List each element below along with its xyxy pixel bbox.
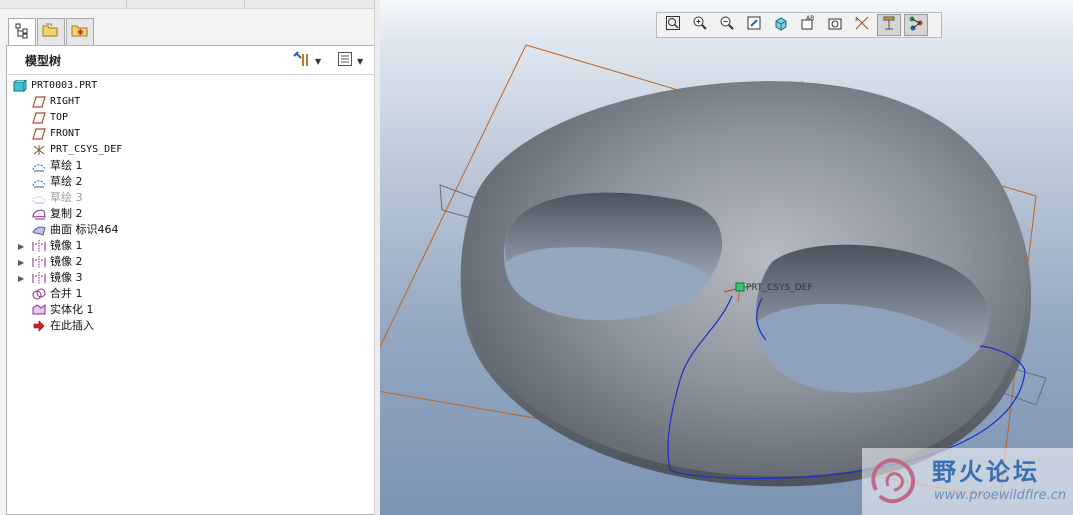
view-toolbar: AB x [656, 12, 942, 38]
watermark-url: www.proewildfire.cn [934, 488, 1067, 503]
favorites-icon: ✱ [71, 22, 89, 42]
folder-icon [42, 22, 60, 42]
surface-icon [31, 223, 47, 237]
model-tree-title: 模型树 [25, 54, 62, 68]
tree-node[interactable]: RIGHT [31, 94, 80, 110]
model-scene[interactable]: PRT_CSYS_DEF [380, 0, 1073, 515]
tree-node-label: TOP [50, 112, 69, 123]
datum-plane-icon [31, 127, 47, 141]
tree-node[interactable]: TOP [31, 110, 68, 126]
chevron-down-icon: ▼ [315, 56, 322, 66]
tree-settings-icon [293, 51, 311, 71]
tree-node-label: RIGHT [50, 96, 81, 107]
refit-icon [665, 15, 681, 35]
top-strip [0, 0, 380, 9]
expand-arrow-icon[interactable]: ▶ [18, 241, 26, 251]
tree-node-label: 曲面 标识464 [50, 223, 119, 236]
tree-node-label: 复制 2 [50, 207, 83, 220]
wildfire-logo-icon [866, 450, 930, 514]
csys-label: PRT_CSYS_DEF [746, 283, 813, 293]
tree-node[interactable]: PRT0003.PRT [12, 78, 97, 94]
mirror-icon [31, 255, 47, 269]
expand-arrow-icon[interactable]: ▶ [18, 273, 26, 283]
tree-node[interactable]: 在此插入 [31, 318, 94, 334]
saved-views-button[interactable]: AB [796, 14, 820, 36]
tree-node[interactable]: FRONT [31, 126, 80, 142]
tree-node-label: 镜像 3 [50, 271, 83, 284]
show-columns-button[interactable]: ▼ [337, 52, 363, 70]
watermark: 野火论坛 www.proewildfire.cn [862, 448, 1073, 515]
tree-node-label: 实体化 1 [50, 303, 94, 316]
tree-node[interactable]: 复制 2 [31, 206, 83, 222]
zoom-out-icon [719, 15, 735, 35]
model-tree-header: 模型树 ▼ ▼ [7, 46, 374, 75]
tree-node-label: 镜像 2 [50, 255, 83, 268]
favorites-tab[interactable]: ✱ [66, 18, 94, 45]
tree-node[interactable]: 草绘 3 [31, 190, 83, 206]
view-manager-icon [827, 15, 843, 35]
tree-node[interactable]: PRT_CSYS_DEF [31, 142, 122, 158]
graphics-viewport[interactable]: PRT_CSYS_DEF AB x 野火论坛 www.proewildfire.c… [380, 0, 1073, 515]
csys-icon [31, 143, 47, 157]
datum-plane-icon [31, 111, 47, 125]
sketch-icon [31, 191, 47, 205]
solidify-icon [31, 303, 47, 317]
repaint-icon [746, 15, 762, 35]
saved-views-icon: AB [800, 15, 816, 35]
refit-button[interactable] [661, 14, 685, 36]
annotation-display-icon [881, 15, 897, 35]
model-tree-icon [14, 23, 30, 43]
tree-node[interactable]: 实体化 1 [31, 302, 94, 318]
left-panel: ✱ 模型树 ▼ ▼ PRT0003.PRT RIGHT TOP FRONT PRT_CS… [0, 0, 380, 515]
tree-node-label: 镜像 1 [50, 239, 83, 252]
svg-text:✱: ✱ [77, 28, 84, 37]
insert-here-arrow-icon [31, 319, 47, 333]
folder-browser-tab[interactable] [37, 18, 65, 45]
tree-node-label: 在此插入 [50, 319, 94, 332]
model-tree-panel: 模型树 ▼ ▼ PRT0003.PRT RIGHT TOP FRONT PRT_CSYS… [6, 45, 375, 515]
datum-display-button[interactable]: x [850, 14, 874, 36]
repaint-button[interactable] [742, 14, 766, 36]
merge-icon [31, 287, 47, 301]
zoom-out-button[interactable] [715, 14, 739, 36]
tree-node-label: 草绘 1 [50, 159, 83, 172]
zoom-in-icon [692, 15, 708, 35]
tree-node[interactable]: 草绘 1 [31, 158, 83, 174]
expand-arrow-icon[interactable]: ▶ [18, 257, 26, 267]
tree-node[interactable]: 镜像 3 [31, 270, 83, 286]
datum-display-icon: x [854, 15, 870, 35]
shaded-cube-icon [773, 15, 789, 35]
tree-node[interactable]: 镜像 2 [31, 254, 83, 270]
svg-text:x: x [855, 17, 858, 23]
copy-icon [31, 207, 47, 221]
tree-node[interactable]: 合并 1 [31, 286, 83, 302]
spin-center-icon [908, 15, 924, 35]
tree-node[interactable]: 镜像 1 [31, 238, 83, 254]
tree-node-label: PRT_CSYS_DEF [50, 144, 123, 155]
datum-plane-icon [31, 95, 47, 109]
view-manager-button[interactable] [823, 14, 847, 36]
tree-node-label: PRT0003.PRT [31, 80, 98, 91]
zoom-in-button[interactable] [688, 14, 712, 36]
chevron-down-icon: ▼ [357, 56, 364, 66]
show-columns-icon [337, 51, 353, 71]
annotation-display-button[interactable] [877, 14, 901, 36]
mirror-icon [31, 271, 47, 285]
svg-text:AB: AB [806, 15, 814, 22]
sketch-icon [31, 175, 47, 189]
tree-node-label: FRONT [50, 128, 81, 139]
tree-node[interactable]: 草绘 2 [31, 174, 83, 190]
model-tree-tab[interactable] [8, 18, 36, 47]
part-icon [12, 79, 28, 93]
watermark-title: 野火论坛 [932, 458, 1040, 486]
tree-node-label: 草绘 2 [50, 175, 83, 188]
display-style-button[interactable] [769, 14, 793, 36]
tree-node-label: 草绘 3 [50, 191, 83, 204]
spin-center-button[interactable] [904, 14, 928, 36]
tree-node-label: 合并 1 [50, 287, 83, 300]
sketch-icon [31, 159, 47, 173]
tree-settings-button[interactable]: ▼ [293, 51, 322, 71]
mirror-icon [31, 239, 47, 253]
tree-node[interactable]: 曲面 标识464 [31, 222, 119, 238]
